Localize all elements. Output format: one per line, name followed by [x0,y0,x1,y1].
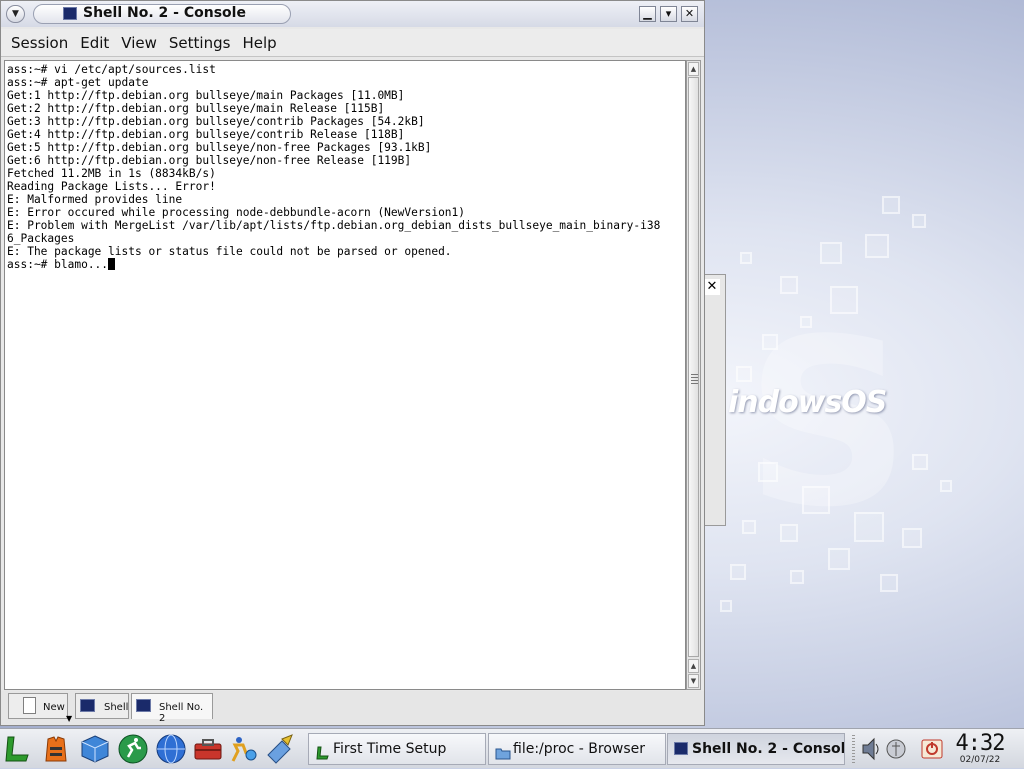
lifejacket-icon[interactable] [40,733,72,765]
decor-square [740,252,752,264]
decor-square [828,548,850,570]
figure-icon[interactable] [227,733,259,765]
decor-square [780,276,798,294]
terminal-line: Get:6 http://ftp.debian.org bullseye/non… [7,154,412,167]
title-bar[interactable]: ▼ Shell No. 2 - Console ▁ ▾ ✕ [1,1,704,27]
runner-icon[interactable] [117,733,149,765]
cube-icon[interactable] [79,733,111,765]
console-icon [674,742,688,755]
terminal-line: E: Error occured while processing node-d… [7,206,466,219]
menu-help[interactable]: Help [236,29,282,57]
lindows-start-icon[interactable] [2,733,34,765]
task-label: First Time Setup [333,741,447,757]
terminal-line: 6_Packages [7,232,75,245]
folder-icon [495,742,511,760]
terminal-line: E: The package lists or status file coul… [7,245,452,258]
background-window-edge[interactable]: ✕ [704,274,726,526]
pen-tablet-icon[interactable] [264,733,296,765]
scroll-up-icon[interactable]: ▲ [688,659,699,673]
setup-icon [315,742,331,760]
task-file-browser[interactable]: file:/proc - Browser [488,733,666,765]
volume-icon[interactable] [860,733,882,765]
os-watermark-graphic: S [745,300,911,550]
decor-square [912,214,926,228]
prompt-text: ass:~# blamo... [7,258,109,271]
grip-icon [691,374,698,386]
clock[interactable]: 4:32 02/07/22 [950,731,1010,765]
terminal-line: Get:3 http://ftp.debian.org bullseye/con… [7,115,425,128]
minimize-icon: ▁ [643,7,652,20]
clock-date: 02/07/22 [959,755,1001,765]
minimize-button[interactable]: ▁ [639,6,656,22]
terminal-line: Get:2 http://ftp.debian.org bullseye/mai… [7,102,385,115]
power-icon[interactable] [920,733,944,765]
terminal-prompt-line[interactable]: ass:~# blamo... [7,258,685,271]
chevron-down-icon[interactable]: ▼ [66,714,72,723]
menu-bar: Session Edit View Settings Help [1,29,704,57]
terminal-line: Get:4 http://ftp.debian.org bullseye/con… [7,128,405,141]
terminal-line: Reading Package Lists... Error! [7,180,216,193]
decor-square [730,564,746,580]
menu-edit[interactable]: Edit [74,29,115,57]
vertical-scrollbar[interactable]: ▲ ▲ ▼ [686,60,701,690]
decor-square [720,600,732,612]
window-menu-button[interactable]: ▼ [6,5,25,23]
toolbox-icon[interactable] [192,733,224,765]
menu-settings[interactable]: Settings [163,29,237,57]
maximize-icon: ▾ [665,7,672,20]
terminal-line: Fetched 11.2MB in 1s (8834kB/s) [7,167,216,180]
menu-view[interactable]: View [115,29,163,57]
console-icon [63,7,77,20]
tab-label: Shell No. 2 [159,702,204,724]
tab-label: New [43,702,65,713]
chevron-down-icon: ▼ [12,9,19,19]
scroll-down-icon[interactable]: ▼ [688,674,699,688]
close-button[interactable]: ✕ [681,6,698,22]
close-icon[interactable]: ✕ [704,279,720,295]
tab-shell-no-2[interactable]: Shell No. 2 [131,693,213,724]
decor-square [882,196,900,214]
task-label: file:/proc - Browser [513,741,646,757]
tab-new[interactable]: New ▼ [8,693,72,723]
session-tab-bar: New ▼ Shell Shell No. 2 [1,691,704,725]
tray-separator [852,735,855,763]
task-label: Shell No. 2 - Console [692,741,845,757]
terminal-line: E: Problem with MergeList /var/lib/apt/l… [7,219,661,232]
window-title: Shell No. 2 - Console [83,5,246,21]
task-shell-console[interactable]: Shell No. 2 - Console [667,733,845,765]
scrollbar-thumb[interactable] [688,77,699,657]
console-icon [136,699,151,712]
terminal-line: Get:5 http://ftp.debian.org bullseye/non… [7,141,432,154]
new-document-icon [23,697,36,714]
tab-shell[interactable]: Shell [75,693,129,719]
clock-time: 4:32 [955,731,1006,756]
desktop-logo-text: indowsOS [728,385,887,420]
decor-square [790,570,804,584]
console-icon [80,699,95,712]
terminal-output[interactable]: ass:~# vi /etc/apt/sources.list ass:~# ap… [4,60,686,690]
decor-square [880,574,898,592]
network-icon[interactable] [885,733,907,765]
tab-label: Shell [104,702,129,713]
scroll-up-icon[interactable]: ▲ [688,62,699,76]
taskbar: First Time Setup file:/proc - Browser Sh… [0,728,1024,768]
text-cursor [108,258,116,270]
globe-icon[interactable] [155,733,187,765]
maximize-button[interactable]: ▾ [660,6,677,22]
decor-square [820,242,842,264]
terminal-line: Get:1 http://ftp.debian.org bullseye/mai… [7,89,405,102]
task-first-time-setup[interactable]: First Time Setup [308,733,486,765]
decor-square [865,234,889,258]
terminal-line: E: Malformed provides line [7,193,183,206]
close-icon: ✕ [684,7,695,20]
console-window: ▼ Shell No. 2 - Console ▁ ▾ ✕ Session Edi… [0,0,705,726]
menu-session[interactable]: Session [5,29,74,57]
terminal-line: ass:~# apt-get update [7,76,149,89]
terminal-line: ass:~# vi /etc/apt/sources.list [7,63,216,76]
